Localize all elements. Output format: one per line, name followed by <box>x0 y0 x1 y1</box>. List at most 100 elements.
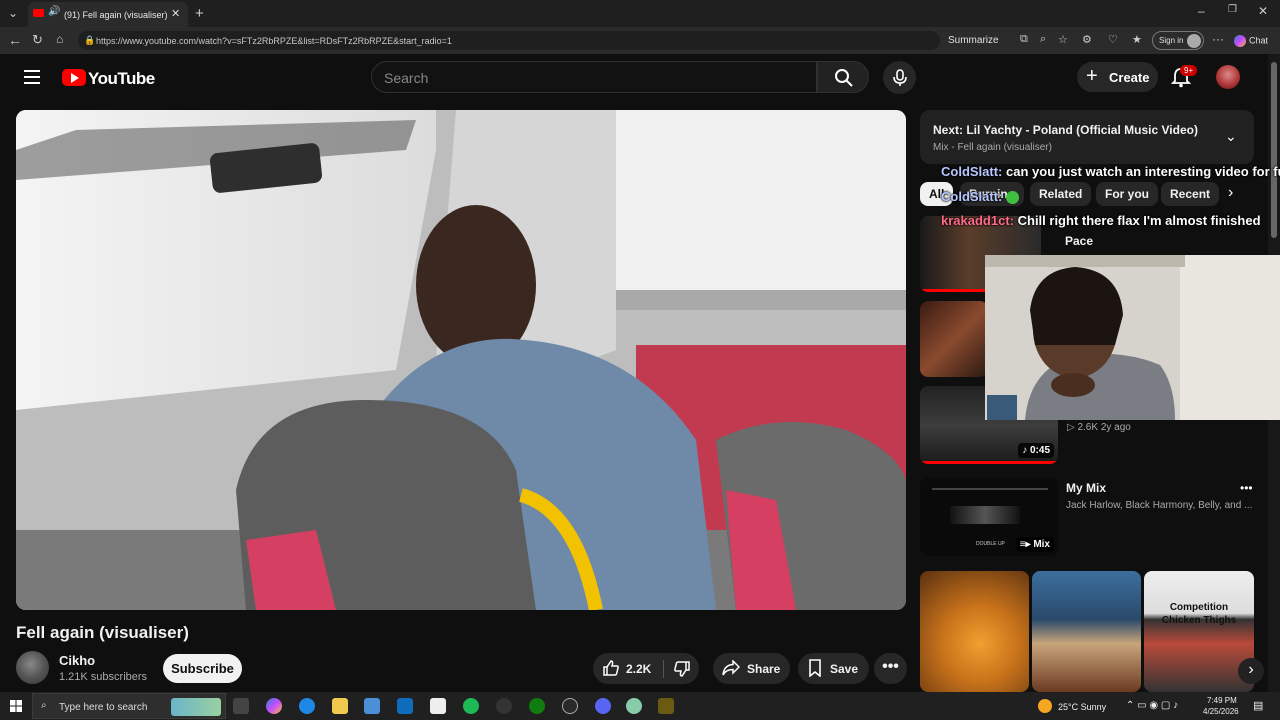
mix-thumbnail[interactable]: DOUBLE UP ≡▸ Mix <box>920 478 1058 556</box>
discord-icon[interactable] <box>595 698 611 714</box>
subscriber-count: 1.21K subscribers <box>59 671 148 683</box>
chips-next-icon[interactable]: › <box>1228 184 1233 202</box>
notepad-icon[interactable] <box>430 698 446 714</box>
browser-essentials-icon[interactable]: ♡ <box>1108 33 1118 46</box>
notification-badge: 9+ <box>1180 65 1198 76</box>
edge-browser-icon[interactable] <box>299 698 315 714</box>
search-highlight-image <box>171 698 221 716</box>
task-view-icon[interactable] <box>233 698 249 714</box>
chip-for-you[interactable]: For you <box>1096 182 1158 206</box>
thumbnail-decoration <box>932 488 1048 490</box>
summarize-button[interactable]: Summarize <box>948 35 999 46</box>
youtube-header: YouTube Search + Create 9+ <box>0 54 1268 102</box>
divider <box>663 660 664 678</box>
short-thumbnail[interactable] <box>1032 571 1141 692</box>
app-icon[interactable] <box>496 698 512 714</box>
chip-related[interactable]: Related <box>1030 182 1092 206</box>
video-title-fragment[interactable]: Pace <box>1065 234 1093 248</box>
more-options-icon[interactable]: ··· <box>1212 32 1224 46</box>
duration-text: 0:45 <box>1029 445 1050 456</box>
outlook-icon[interactable] <box>397 698 413 714</box>
more-horizontal-icon: ••• <box>882 658 899 675</box>
scrollbar-thumb[interactable] <box>1271 62 1277 238</box>
restore-icon[interactable]: ❐ <box>1228 4 1237 15</box>
save-button[interactable]: Save <box>798 653 869 684</box>
url-field[interactable]: 🔒 https://www.youtube.com/watch?v=sFTz2R… <box>78 31 940 50</box>
chat-label: Chat <box>1249 35 1269 46</box>
speaker-icon[interactable]: 🔊 <box>48 6 60 17</box>
dislike-button[interactable] <box>665 653 699 684</box>
refresh-icon[interactable]: ↻ <box>32 32 43 48</box>
app-icon[interactable] <box>658 698 674 714</box>
home-icon[interactable]: ⌂ <box>56 32 63 46</box>
url-text: https://www.youtube.com/watch?v=sFTz2RbR… <box>96 36 452 46</box>
search-button[interactable] <box>817 61 869 93</box>
video-meta: ▷ 2.6K 2y ago <box>1067 422 1131 433</box>
create-button[interactable]: + Create <box>1077 62 1158 92</box>
back-icon[interactable]: ← <box>8 32 22 48</box>
new-tab-icon[interactable]: + <box>195 5 204 22</box>
duration-badge: ♪ 0:45 <box>1018 443 1054 458</box>
create-label: Create <box>1109 70 1150 85</box>
short-caption: Competition Chicken Thighs <box>1161 602 1237 626</box>
shorts-next-icon[interactable]: › <box>1238 658 1264 684</box>
user-avatar[interactable] <box>1216 65 1240 89</box>
steam-icon[interactable] <box>562 698 578 714</box>
video-player[interactable] <box>16 110 906 610</box>
copilot-taskbar-icon[interactable] <box>266 698 282 714</box>
emote-icon <box>1006 191 1020 205</box>
video-thumbnail[interactable] <box>920 301 988 377</box>
split-screen-icon[interactable]: ⧉ <box>1020 33 1028 46</box>
watch-progress-bar <box>920 461 1058 464</box>
hamburger-menu-icon[interactable] <box>24 70 40 84</box>
bookmark-icon <box>809 659 821 677</box>
file-explorer-icon[interactable] <box>332 698 348 714</box>
chip-recent[interactable]: Recent <box>1161 182 1220 206</box>
search-icon <box>835 69 853 87</box>
store-icon[interactable] <box>364 698 380 714</box>
close-window-icon[interactable]: ✕ <box>1258 4 1268 18</box>
lock-icon[interactable]: 🔒 <box>84 35 95 46</box>
tray-icons[interactable]: ⌃ ▭ ◉ ▢ ♪ <box>1126 700 1178 711</box>
share-label: Share <box>747 662 781 676</box>
channel-avatar[interactable] <box>16 651 49 684</box>
voice-search-button[interactable] <box>883 61 916 94</box>
extensions-icon[interactable]: ⚙ <box>1082 33 1092 46</box>
more-vertical-icon[interactable]: ••• <box>1240 481 1253 495</box>
windows-start-icon[interactable] <box>10 700 22 712</box>
browser-tab[interactable]: 🔊 (91) Fell again (visualiser) - Yo ✕ <box>28 2 188 27</box>
app-icon[interactable] <box>626 698 642 714</box>
chat-username: ColdSlatt: <box>941 164 1003 179</box>
taskbar-search-placeholder: Type here to search <box>59 702 148 713</box>
chevron-down-icon[interactable]: ⌄ <box>1225 128 1237 145</box>
sign-in-button[interactable]: Sign in <box>1152 31 1204 50</box>
tab-list-chevron-icon[interactable]: ⌄ <box>8 6 18 20</box>
browser-tab-bar: ⌄ 🔊 (91) Fell again (visualiser) - Yo ✕ … <box>0 0 1280 27</box>
spotify-icon[interactable] <box>463 698 479 714</box>
search-icon: ⌕ <box>41 700 47 711</box>
weather-sun-icon[interactable] <box>1038 699 1052 713</box>
favorite-star-icon[interactable]: ☆ <box>1058 33 1068 46</box>
playlist-next-card[interactable]: Next: Lil Yachty - Poland (Official Musi… <box>920 110 1254 164</box>
mix-title[interactable]: My Mix <box>1066 481 1106 495</box>
share-button[interactable]: Share <box>713 653 790 684</box>
clock-time[interactable]: 7:49 PM <box>1207 696 1237 705</box>
favorites-icon[interactable]: ★ <box>1132 33 1142 46</box>
zoom-icon[interactable]: ⌕ <box>1040 33 1046 46</box>
next-video-label: Next: Lil Yachty - Poland (Official Musi… <box>933 123 1198 137</box>
xbox-icon[interactable] <box>529 698 545 714</box>
weather-text[interactable]: 25°C Sunny <box>1058 702 1106 712</box>
taskbar-search-input[interactable]: ⌕ Type here to search <box>32 693 226 719</box>
search-input[interactable]: Search <box>371 61 817 93</box>
minimize-icon[interactable]: – <box>1198 4 1205 18</box>
clock-date[interactable]: 4/25/2026 <box>1203 707 1239 716</box>
close-tab-icon[interactable]: ✕ <box>171 7 180 20</box>
subscribe-button[interactable]: Subscribe <box>163 654 242 683</box>
thumbs-down-icon <box>674 661 690 677</box>
more-actions-button[interactable]: ••• <box>874 653 907 684</box>
notification-center-icon[interactable]: ▤ <box>1253 699 1263 712</box>
copilot-chat-button[interactable]: Chat <box>1234 35 1268 47</box>
like-button[interactable]: 2.2K <box>593 653 661 684</box>
short-thumbnail[interactable] <box>920 571 1029 692</box>
channel-name[interactable]: Cikho <box>59 653 95 668</box>
